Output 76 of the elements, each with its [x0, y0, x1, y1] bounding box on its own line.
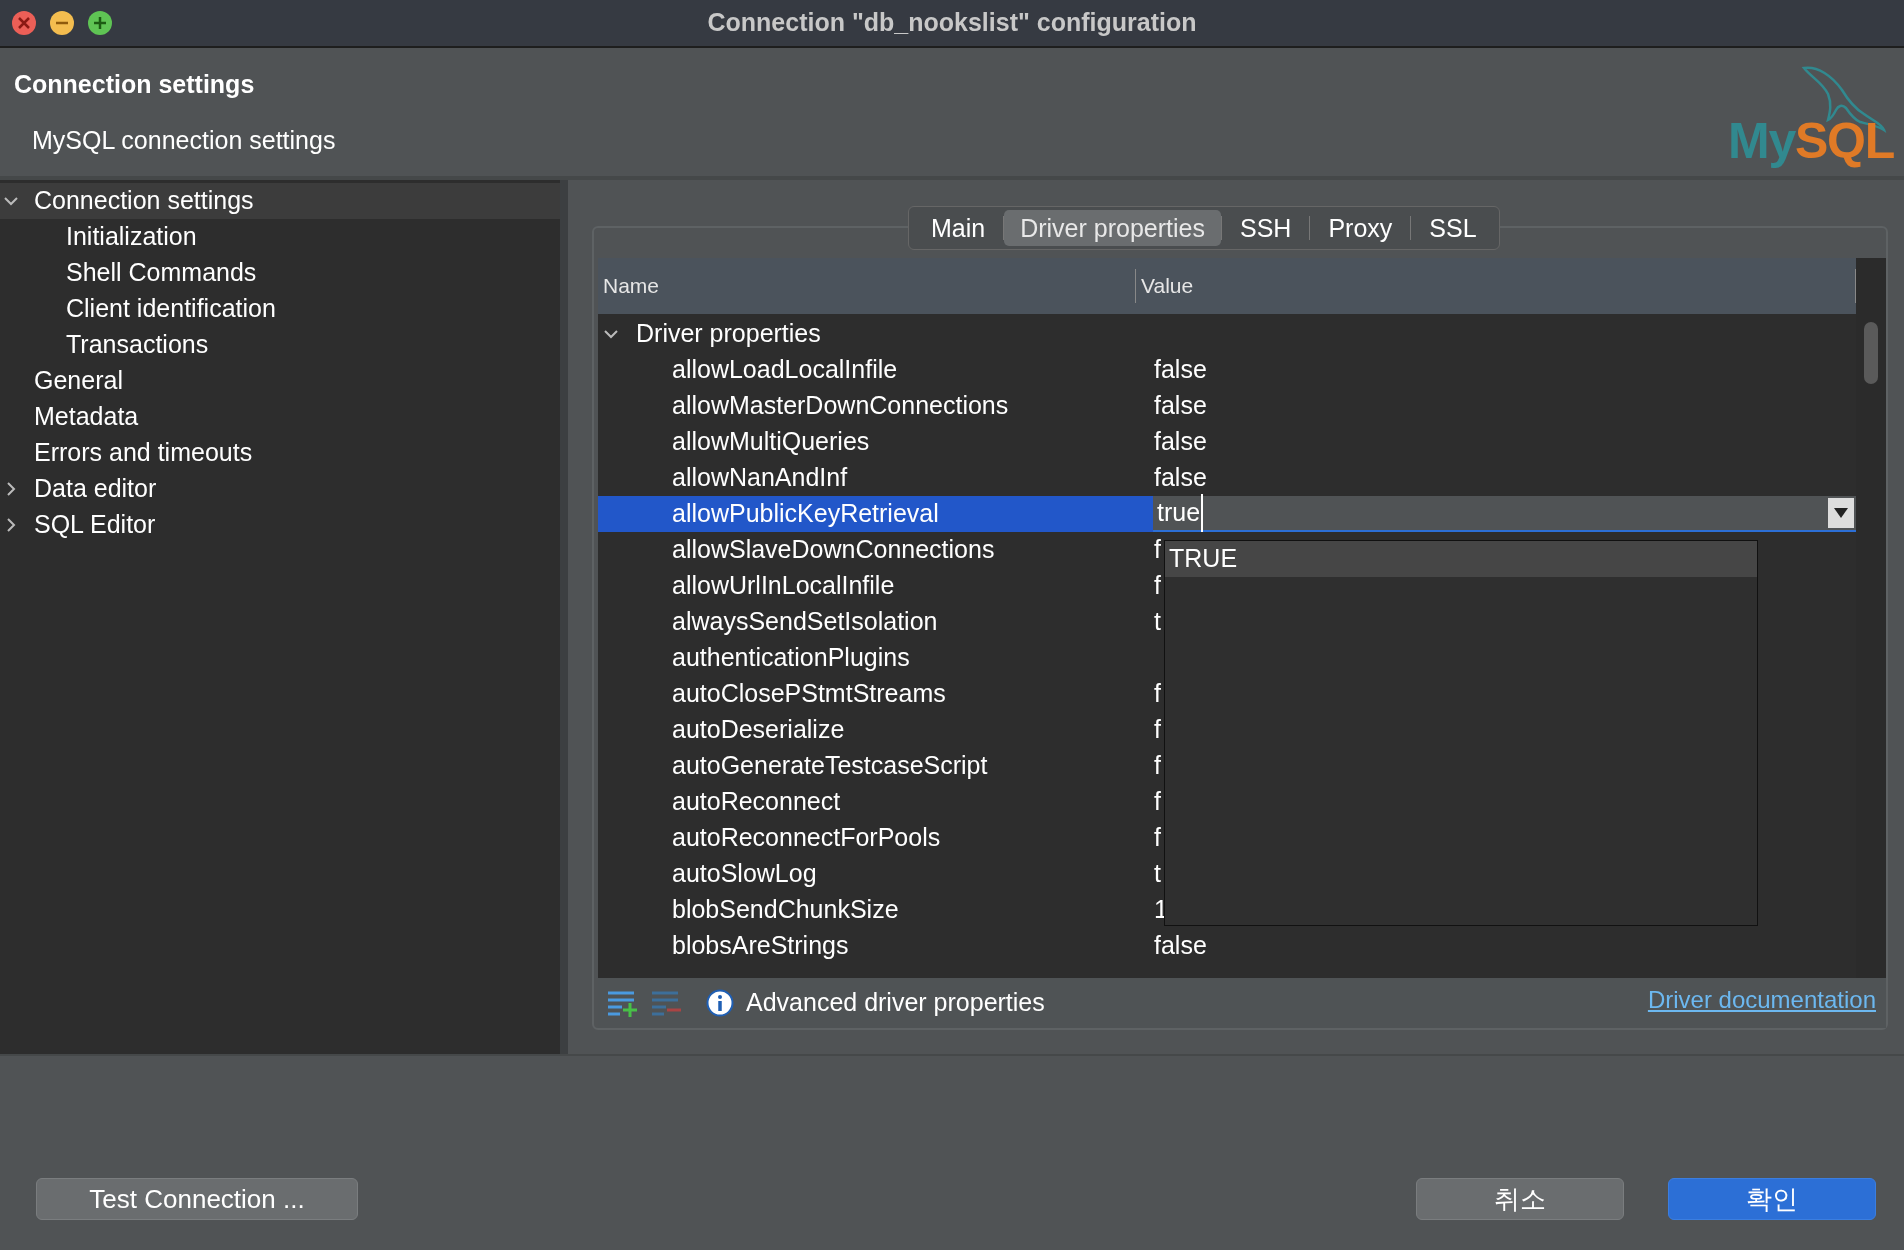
test-connection-button[interactable]: Test Connection ...	[36, 1178, 358, 1220]
property-name: autoDeserialize	[671, 714, 846, 746]
scrollbar[interactable]	[1856, 258, 1886, 978]
property-value: f	[1153, 534, 1161, 566]
tree-item[interactable]: Client identification	[66, 290, 276, 328]
tree-item[interactable]: Shell Commands	[66, 254, 257, 292]
window-title: Connection "db_nookslist" configuration	[707, 7, 1197, 39]
property-name: alwaysSendSetIsolation	[671, 606, 939, 638]
section-title: Connection settings	[14, 69, 256, 100]
property-name: autoReconnect	[671, 786, 842, 818]
tab[interactable]: SSL	[1411, 210, 1495, 246]
table-row[interactable]: allowLoadLocalInfile false	[598, 352, 1856, 388]
table-row[interactable]: allowMultiQueries false	[598, 424, 1856, 460]
tab[interactable]: SSH	[1221, 210, 1310, 246]
chevron-right-icon[interactable]	[4, 482, 18, 496]
property-name: allowMasterDownConnections	[671, 390, 1010, 422]
tab[interactable]: Proxy	[1310, 210, 1411, 246]
value-editor[interactable]: true	[1153, 496, 1856, 532]
tree-item[interactable]: Data editor	[34, 470, 157, 508]
tree-item[interactable]: General	[34, 362, 123, 400]
group-row[interactable]: Driver properties	[636, 315, 821, 353]
property-name: autoSlowLog	[671, 858, 818, 890]
property-value: false	[1153, 354, 1207, 386]
close-icon[interactable]	[12, 11, 36, 35]
property-name: allowUrlInLocalInfile	[671, 570, 896, 602]
property-name: allowPublicKeyRetrieval	[671, 498, 940, 530]
property-value: false	[1153, 426, 1207, 458]
tree-item[interactable]: SQL Editor	[34, 506, 156, 544]
table-row[interactable]: allowNanAndInf false	[598, 460, 1856, 496]
chevron-right-icon[interactable]	[4, 518, 18, 532]
ok-button[interactable]: 확인	[1668, 1178, 1876, 1220]
tree-item[interactable]: Transactions	[66, 326, 209, 364]
tab[interactable]: Main	[913, 210, 1004, 246]
property-value: f	[1153, 786, 1161, 818]
property-name: allowMultiQueries	[671, 426, 871, 458]
tab[interactable]: Driver properties	[1004, 210, 1221, 246]
dropdown-button[interactable]	[1828, 498, 1854, 528]
property-value: t	[1153, 606, 1161, 638]
property-name: allowLoadLocalInfile	[671, 354, 899, 386]
property-value: false	[1153, 462, 1207, 494]
column-header[interactable]: Name	[598, 269, 1136, 303]
property-name: autoReconnectForPools	[671, 822, 942, 854]
property-value: false	[1153, 390, 1207, 422]
property-name: autoClosePStmtStreams	[671, 678, 947, 710]
table-row[interactable]: blobsAreStrings false	[598, 928, 1856, 964]
info-icon	[706, 989, 734, 1017]
property-value: f	[1153, 714, 1161, 746]
property-value: f	[1153, 750, 1161, 782]
minimize-icon[interactable]	[50, 11, 74, 35]
property-name: autoGenerateTestcaseScript	[671, 750, 989, 782]
cancel-button[interactable]: 취소	[1416, 1178, 1624, 1220]
dropdown-option[interactable]: TRUE	[1165, 541, 1757, 577]
logo-wordmark: MySQL	[1728, 116, 1894, 166]
property-value: f	[1153, 570, 1161, 602]
tree-item[interactable]: Errors and timeouts	[34, 434, 253, 472]
selected-row[interactable]: allowPublicKeyRetrieval true	[598, 496, 1856, 532]
chevron-down-icon[interactable]	[604, 327, 618, 341]
table-row[interactable]: allowMasterDownConnections false	[598, 388, 1856, 424]
property-name: allowSlaveDownConnections	[671, 534, 996, 566]
documentation-link[interactable]: Driver documentation	[1647, 982, 1876, 1018]
add-row-icon[interactable]	[608, 989, 638, 1017]
property-name: allowNanAndInf	[671, 462, 849, 494]
property-value: f	[1153, 678, 1161, 710]
chevron-down-icon[interactable]	[4, 194, 18, 208]
property-name: blobSendChunkSize	[671, 894, 900, 926]
property-name: authenticationPlugins	[671, 642, 911, 674]
property-value: f	[1153, 822, 1161, 854]
tree-item[interactable]: Initialization	[66, 218, 197, 256]
property-value: t	[1153, 858, 1161, 890]
info-label: Advanced driver properties	[746, 987, 1045, 1019]
property-value: false	[1153, 930, 1207, 962]
property-name: blobsAreStrings	[671, 930, 850, 962]
section-subtitle: MySQL connection settings	[31, 124, 336, 156]
triangle-down-icon	[1834, 508, 1848, 518]
maximize-icon[interactable]	[88, 11, 112, 35]
tree-item[interactable]: Metadata	[34, 398, 139, 436]
